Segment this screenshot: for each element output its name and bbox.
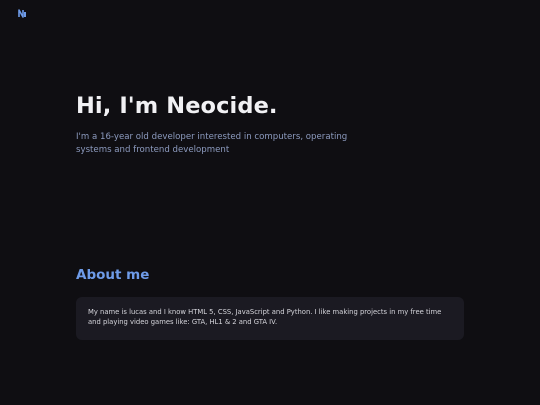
about-text: My name is lucas and I know HTML 5, CSS,…	[88, 308, 442, 326]
about-card: My name is lucas and I know HTML 5, CSS,…	[76, 297, 464, 340]
page: Hi, I'm Neocide. I'm a 16-year old devel…	[0, 0, 540, 405]
neocide-logo-icon[interactable]	[18, 9, 27, 18]
hero-subtitle: I'm a 16-year old developer interested i…	[76, 132, 348, 155]
about-heading: About me	[76, 267, 150, 283]
hero-title: Hi, I'm Neocide.	[76, 93, 278, 119]
